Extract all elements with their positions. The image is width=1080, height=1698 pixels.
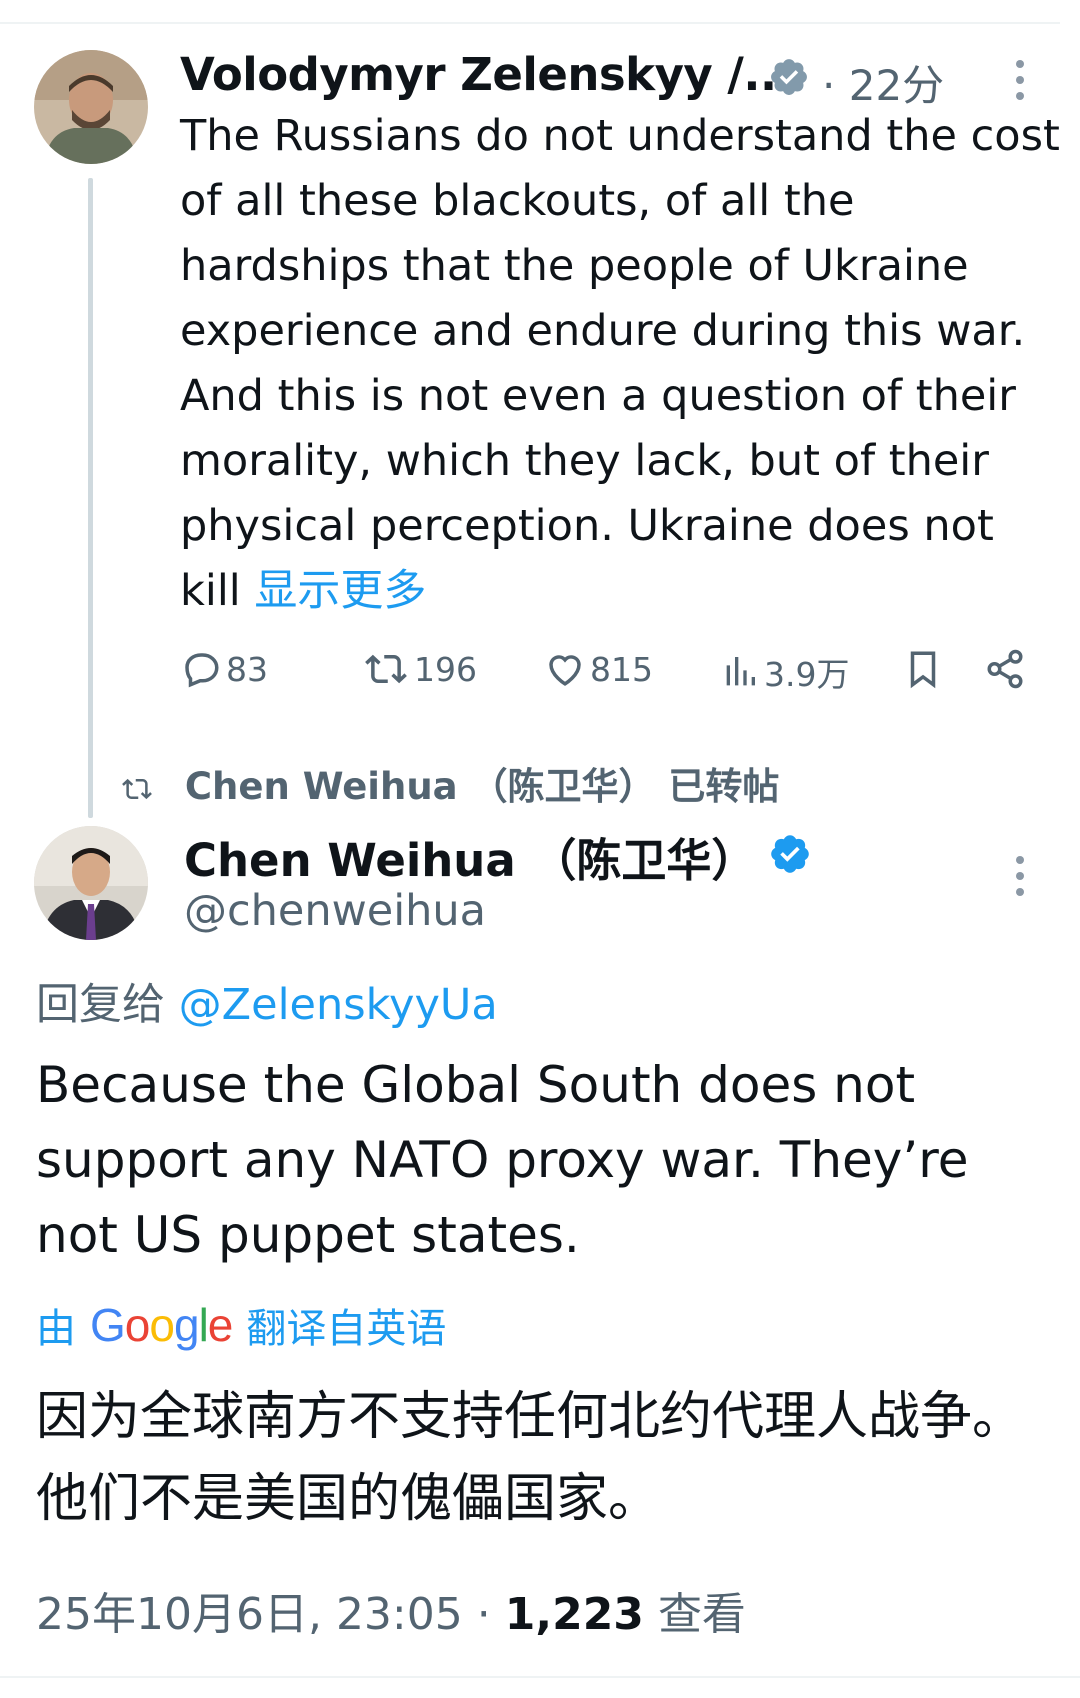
translation-attribution[interactable]: 由 Google 翻译自英语 [36, 1296, 446, 1354]
google-logo: Google [90, 1299, 233, 1351]
show-more-link[interactable]: 显示更多 [254, 566, 426, 616]
tweet1-body: The Russians do not understand the cost … [180, 104, 1060, 624]
reply-handle-link[interactable]: @ZelenskyyUa [179, 980, 498, 1030]
retweet-small-icon [122, 778, 152, 799]
retweet-icon [365, 654, 407, 684]
more-icon[interactable] [1016, 60, 1026, 108]
like-button[interactable]: 815 [544, 648, 653, 690]
reply-icon [185, 653, 219, 688]
tweet2-author-name[interactable]: Chen Weihua （陈卫华） [184, 824, 756, 889]
like-count: 815 [590, 649, 653, 689]
reply-count: 83 [226, 649, 268, 689]
time-separator: · [822, 61, 836, 110]
tweet2-timestamp[interactable]: 25年10月6日, 23:05 [36, 1589, 463, 1640]
retweet-button[interactable]: 196 [362, 648, 477, 690]
retweet-notice[interactable]: Chen Weihua （陈卫华） 已转帖 [120, 756, 779, 810]
like-icon [549, 655, 581, 686]
meta-separator: · [476, 1589, 491, 1640]
tweet1-text: The Russians do not understand the cost … [180, 111, 1060, 616]
tweet1-action-bar: 83 196 815 3.9万 [180, 648, 1030, 704]
translated-prefix: 由 [36, 1306, 76, 1352]
translated-text: 因为全球南方不支持任何北约代理人战争。他们不是美国的傀儡国家。 [36, 1387, 1025, 1529]
tweet2-views-label: 查看 [657, 1589, 746, 1640]
views-button[interactable]: 3.9万 [720, 648, 849, 696]
retweet-notice-text: Chen Weihua （陈卫华） 已转帖 [184, 765, 780, 808]
retweet-count: 196 [414, 649, 477, 689]
tweet2-meta: 25年10月6日, 23:05 · 1,223 查看 [36, 1578, 746, 1642]
thread-connector-line [88, 178, 93, 818]
avatar-chen-weihua[interactable] [34, 826, 148, 940]
tweet2-handle[interactable]: @chenweihua [184, 886, 486, 936]
tweet2-text: Because the Global South does not suppor… [36, 1056, 969, 1264]
reply-prefix: 回复给 [36, 980, 165, 1030]
bottom-divider [0, 1676, 1080, 1678]
tweet2-views-count: 1,223 [504, 1589, 644, 1640]
share-icon [987, 649, 1023, 689]
bookmark-button[interactable] [902, 648, 948, 690]
bookmark-icon [910, 651, 936, 689]
more-icon[interactable] [1016, 856, 1026, 904]
reply-to-line: 回复给 @ZelenskyyUa [36, 970, 498, 1032]
verified-badge-icon [771, 59, 807, 95]
verified-badge-icon [771, 835, 809, 873]
views-count: 3.9万 [764, 655, 850, 694]
tweet1-author-name[interactable]: Volodymyr Zelenskyy /... [180, 48, 794, 101]
relative-time: 22分 [848, 61, 945, 110]
views-icon [726, 657, 755, 686]
avatar-zelenskyy[interactable] [34, 50, 148, 164]
top-divider [0, 22, 1060, 24]
translated-suffix: 翻译自英语 [246, 1306, 447, 1352]
reply-button[interactable]: 83 [180, 648, 268, 690]
share-button[interactable] [984, 648, 1030, 690]
